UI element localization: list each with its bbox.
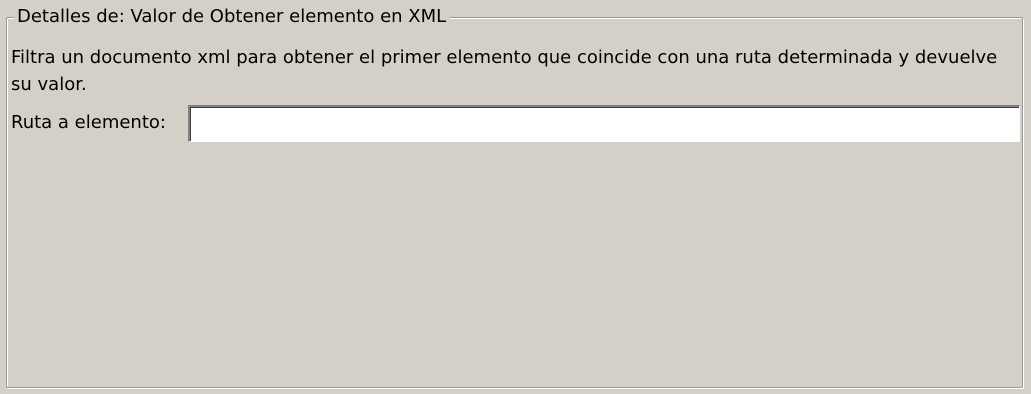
description-text: Filtra un documento xml para obtener el … <box>11 47 998 95</box>
element-path-input[interactable] <box>188 105 1020 142</box>
groupbox-legend: Detalles de: Valor de Obtener elemento e… <box>14 6 451 28</box>
element-path-label: Ruta a elemento: <box>11 112 166 133</box>
